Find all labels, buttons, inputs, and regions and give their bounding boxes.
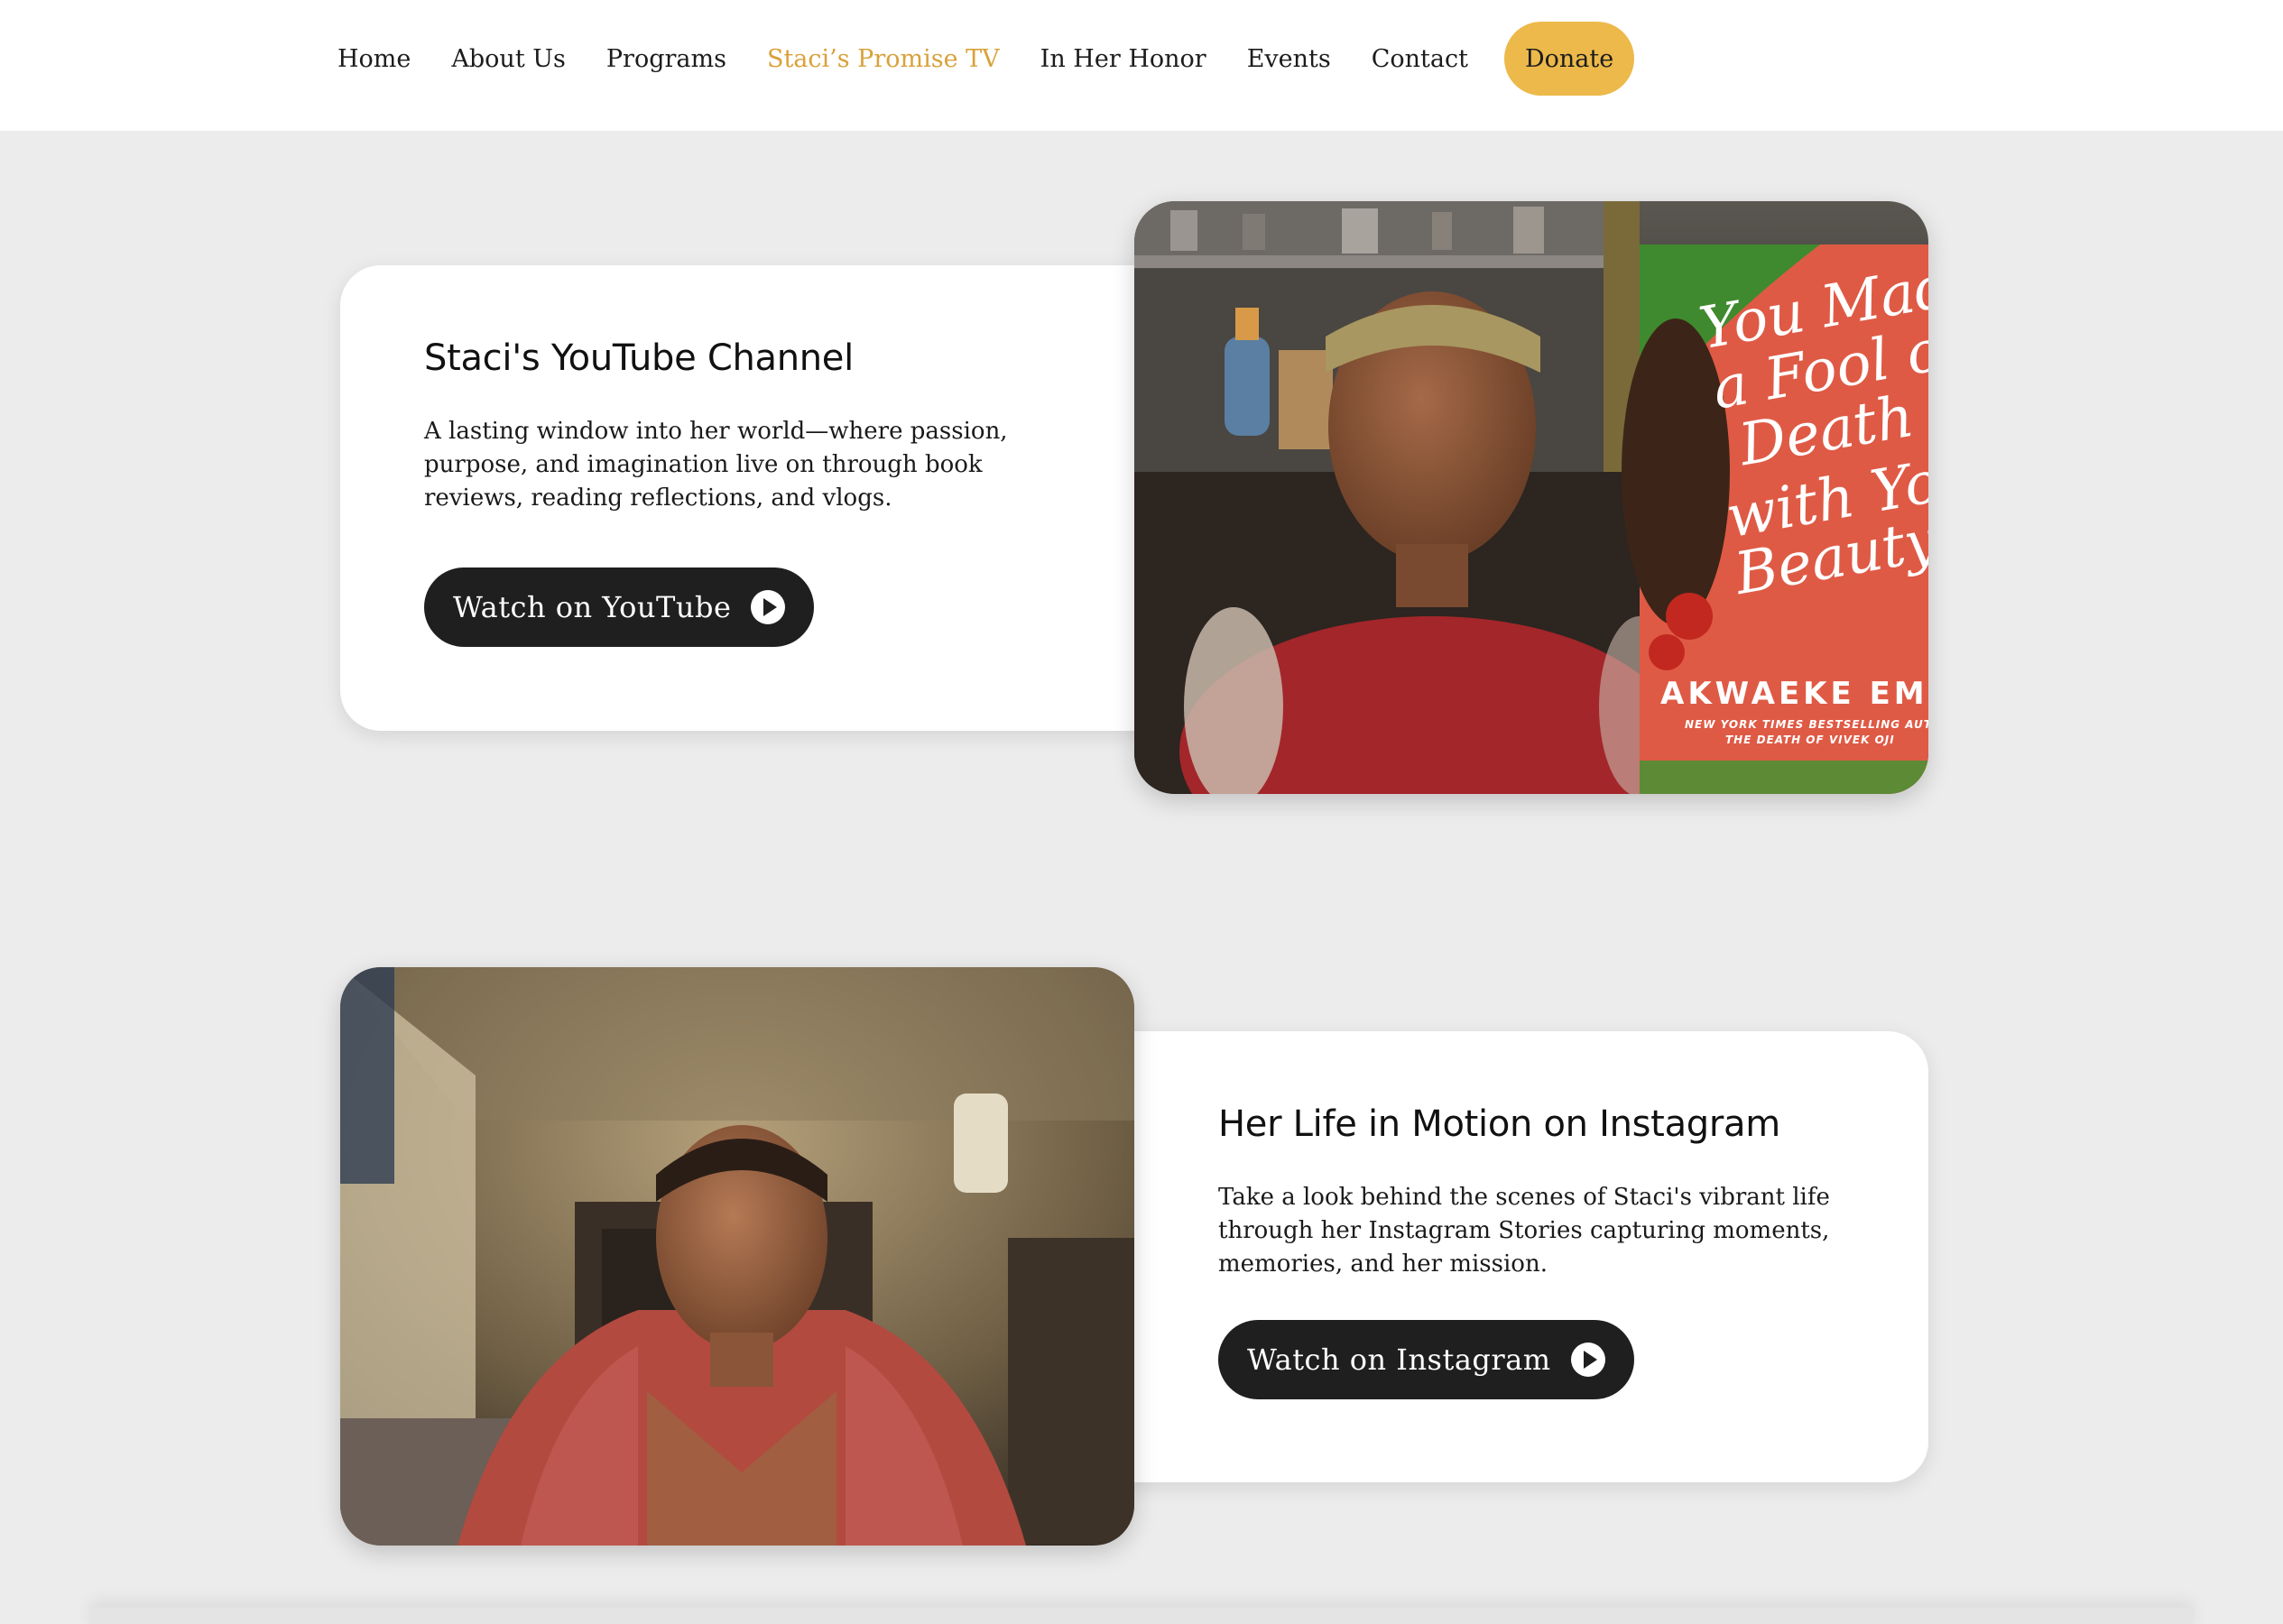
donate-button[interactable]: Donate xyxy=(1503,22,1635,96)
watch-on-instagram-label: Watch on Instagram xyxy=(1247,1343,1551,1377)
nav-stacis-promise-tv[interactable]: Staci’s Promise TV xyxy=(767,45,1000,73)
book-subtitle-line-2: THE DEATH OF VIVEK OJI xyxy=(1725,734,1895,746)
watch-on-instagram-button[interactable]: Watch on Instagram xyxy=(1218,1320,1634,1399)
youtube-card: Staci's YouTube Channel A lasting window… xyxy=(340,265,1188,731)
nav-contact[interactable]: Contact xyxy=(1372,45,1468,73)
watch-on-youtube-label: Watch on YouTube xyxy=(453,590,732,624)
instagram-video-thumbnail[interactable] xyxy=(340,967,1134,1546)
youtube-title: Staci's YouTube Channel xyxy=(424,337,854,379)
nav-about-us[interactable]: About Us xyxy=(451,45,565,73)
watch-on-youtube-button[interactable]: Watch on YouTube xyxy=(424,567,815,647)
footer-edge xyxy=(90,1608,2193,1624)
nav-home[interactable]: Home xyxy=(337,45,411,73)
instagram-title: Her Life in Motion on Instagram xyxy=(1218,1103,1780,1145)
youtube-video-thumbnail[interactable]: You Made a Fool of Death with Your Beaut… xyxy=(1134,201,1928,794)
play-icon xyxy=(751,590,786,624)
instagram-description: Take a look behind the scenes of Staci's… xyxy=(1218,1184,1830,1278)
instagram-card: Her Life in Motion on Instagram Take a l… xyxy=(1074,1031,1928,1482)
book-subtitle-line-1: NEW YORK TIMES BESTSELLING AUTHOR OF xyxy=(1685,718,1928,731)
nav-programs[interactable]: Programs xyxy=(606,45,726,73)
nav-events[interactable]: Events xyxy=(1247,45,1331,73)
nav-in-her-honor[interactable]: In Her Honor xyxy=(1040,45,1206,73)
instagram-thumbnail-image xyxy=(340,967,1134,1546)
site-header: Home About Us Programs Staci’s Promise T… xyxy=(0,0,2283,131)
youtube-description: A lasting window into her world—where pa… xyxy=(424,418,1008,512)
play-icon xyxy=(1570,1343,1605,1377)
book-author: AKWAEKE EMEZI xyxy=(1660,676,1928,712)
main-nav: Home About Us Programs Staci’s Promise T… xyxy=(337,22,1635,96)
